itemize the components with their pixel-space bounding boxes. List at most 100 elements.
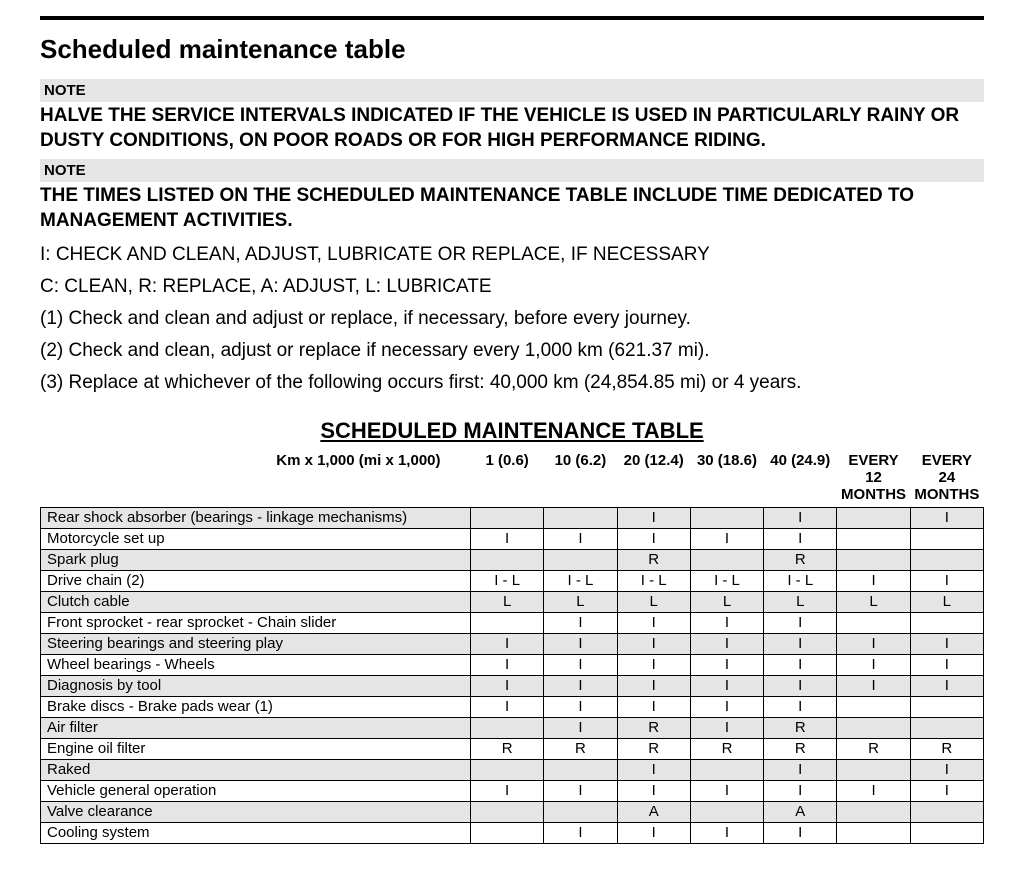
- row-value: I: [910, 675, 983, 696]
- row-value: [837, 507, 910, 528]
- row-label: Engine oil filter: [41, 738, 471, 759]
- row-value: I: [910, 759, 983, 780]
- legend-note-3: (3) Replace at whichever of the followin…: [40, 372, 984, 394]
- header-c3: 20 (12.4): [617, 450, 690, 508]
- row-value: I: [544, 528, 617, 549]
- row-value: I: [690, 633, 763, 654]
- page-title: Scheduled maintenance table: [40, 34, 984, 65]
- row-value: [471, 507, 544, 528]
- row-value: [471, 612, 544, 633]
- row-value: A: [764, 801, 837, 822]
- note-bar-1: NOTE: [40, 79, 984, 102]
- row-value: [690, 507, 763, 528]
- row-value: [544, 801, 617, 822]
- row-value: I: [764, 759, 837, 780]
- header-c6: EVERY 12 MONTHS: [837, 450, 910, 508]
- row-value: I: [617, 612, 690, 633]
- row-value: I: [690, 612, 763, 633]
- row-label: Steering bearings and steering play: [41, 633, 471, 654]
- row-value: I: [764, 528, 837, 549]
- row-value: L: [544, 591, 617, 612]
- row-value: L: [690, 591, 763, 612]
- table-row: Vehicle general operationIIIIIII: [41, 780, 984, 801]
- row-value: [471, 801, 544, 822]
- table-row: Engine oil filterRRRRRRR: [41, 738, 984, 759]
- row-label: Front sprocket - rear sprocket - Chain s…: [41, 612, 471, 633]
- row-value: I: [544, 633, 617, 654]
- row-value: [910, 801, 983, 822]
- row-value: I: [690, 780, 763, 801]
- row-value: I: [910, 654, 983, 675]
- row-value: [690, 759, 763, 780]
- header-c2: 10 (6.2): [544, 450, 617, 508]
- row-value: I: [690, 717, 763, 738]
- row-value: I: [544, 612, 617, 633]
- row-value: I: [471, 780, 544, 801]
- row-value: [910, 696, 983, 717]
- row-value: I - L: [544, 570, 617, 591]
- row-value: I: [837, 570, 910, 591]
- row-value: R: [690, 738, 763, 759]
- row-value: I: [690, 528, 763, 549]
- row-value: I: [544, 654, 617, 675]
- table-row: Steering bearings and steering playIIIII…: [41, 633, 984, 654]
- row-value: I: [544, 822, 617, 843]
- legend-note-1: (1) Check and clean and adjust or replac…: [40, 308, 984, 330]
- row-value: [910, 549, 983, 570]
- row-value: [837, 717, 910, 738]
- table-row: Clutch cableLLLLLLL: [41, 591, 984, 612]
- row-value: I: [617, 759, 690, 780]
- row-value: [837, 801, 910, 822]
- row-value: R: [544, 738, 617, 759]
- row-value: I: [690, 696, 763, 717]
- row-label: Drive chain (2): [41, 570, 471, 591]
- table-row: Drive chain (2)I - LI - LI - LI - LI - L…: [41, 570, 984, 591]
- row-value: R: [764, 738, 837, 759]
- row-value: I: [690, 675, 763, 696]
- row-value: [544, 759, 617, 780]
- row-value: I: [690, 822, 763, 843]
- legend-i: I: CHECK AND CLEAN, ADJUST, LUBRICATE OR…: [40, 244, 984, 266]
- row-value: [910, 528, 983, 549]
- row-value: I: [471, 633, 544, 654]
- row-value: [837, 759, 910, 780]
- row-value: [837, 612, 910, 633]
- row-value: I: [764, 612, 837, 633]
- row-value: I: [617, 654, 690, 675]
- table-row: Valve clearanceAA: [41, 801, 984, 822]
- row-value: I - L: [617, 570, 690, 591]
- row-value: R: [910, 738, 983, 759]
- row-value: [690, 549, 763, 570]
- row-label: Clutch cable: [41, 591, 471, 612]
- row-value: I: [764, 822, 837, 843]
- header-c4: 30 (18.6): [690, 450, 763, 508]
- row-label: Air filter: [41, 717, 471, 738]
- row-value: [471, 549, 544, 570]
- table-row: Wheel bearings - WheelsIIIIIII: [41, 654, 984, 675]
- row-value: R: [764, 549, 837, 570]
- row-value: I: [837, 675, 910, 696]
- row-value: R: [837, 738, 910, 759]
- header-c5: 40 (24.9): [764, 450, 837, 508]
- row-label: Raked: [41, 759, 471, 780]
- row-value: I: [764, 696, 837, 717]
- row-value: I: [837, 654, 910, 675]
- row-label: Motorcycle set up: [41, 528, 471, 549]
- row-value: [837, 696, 910, 717]
- row-value: I: [617, 507, 690, 528]
- maintenance-table: Km x 1,000 (mi x 1,000) 1 (0.6) 10 (6.2)…: [40, 450, 984, 844]
- row-value: I: [617, 780, 690, 801]
- row-value: R: [764, 717, 837, 738]
- row-label: Diagnosis by tool: [41, 675, 471, 696]
- table-header-row: Km x 1,000 (mi x 1,000) 1 (0.6) 10 (6.2)…: [41, 450, 984, 508]
- table-row: Motorcycle set upIIIII: [41, 528, 984, 549]
- row-label: Cooling system: [41, 822, 471, 843]
- row-value: I: [544, 675, 617, 696]
- table-row: Diagnosis by toolIIIIIII: [41, 675, 984, 696]
- row-value: [837, 549, 910, 570]
- row-value: I: [471, 528, 544, 549]
- note-bar-2: NOTE: [40, 159, 984, 182]
- row-value: I: [910, 570, 983, 591]
- table-title: SCHEDULED MAINTENANCE TABLE: [40, 418, 984, 444]
- row-value: [471, 759, 544, 780]
